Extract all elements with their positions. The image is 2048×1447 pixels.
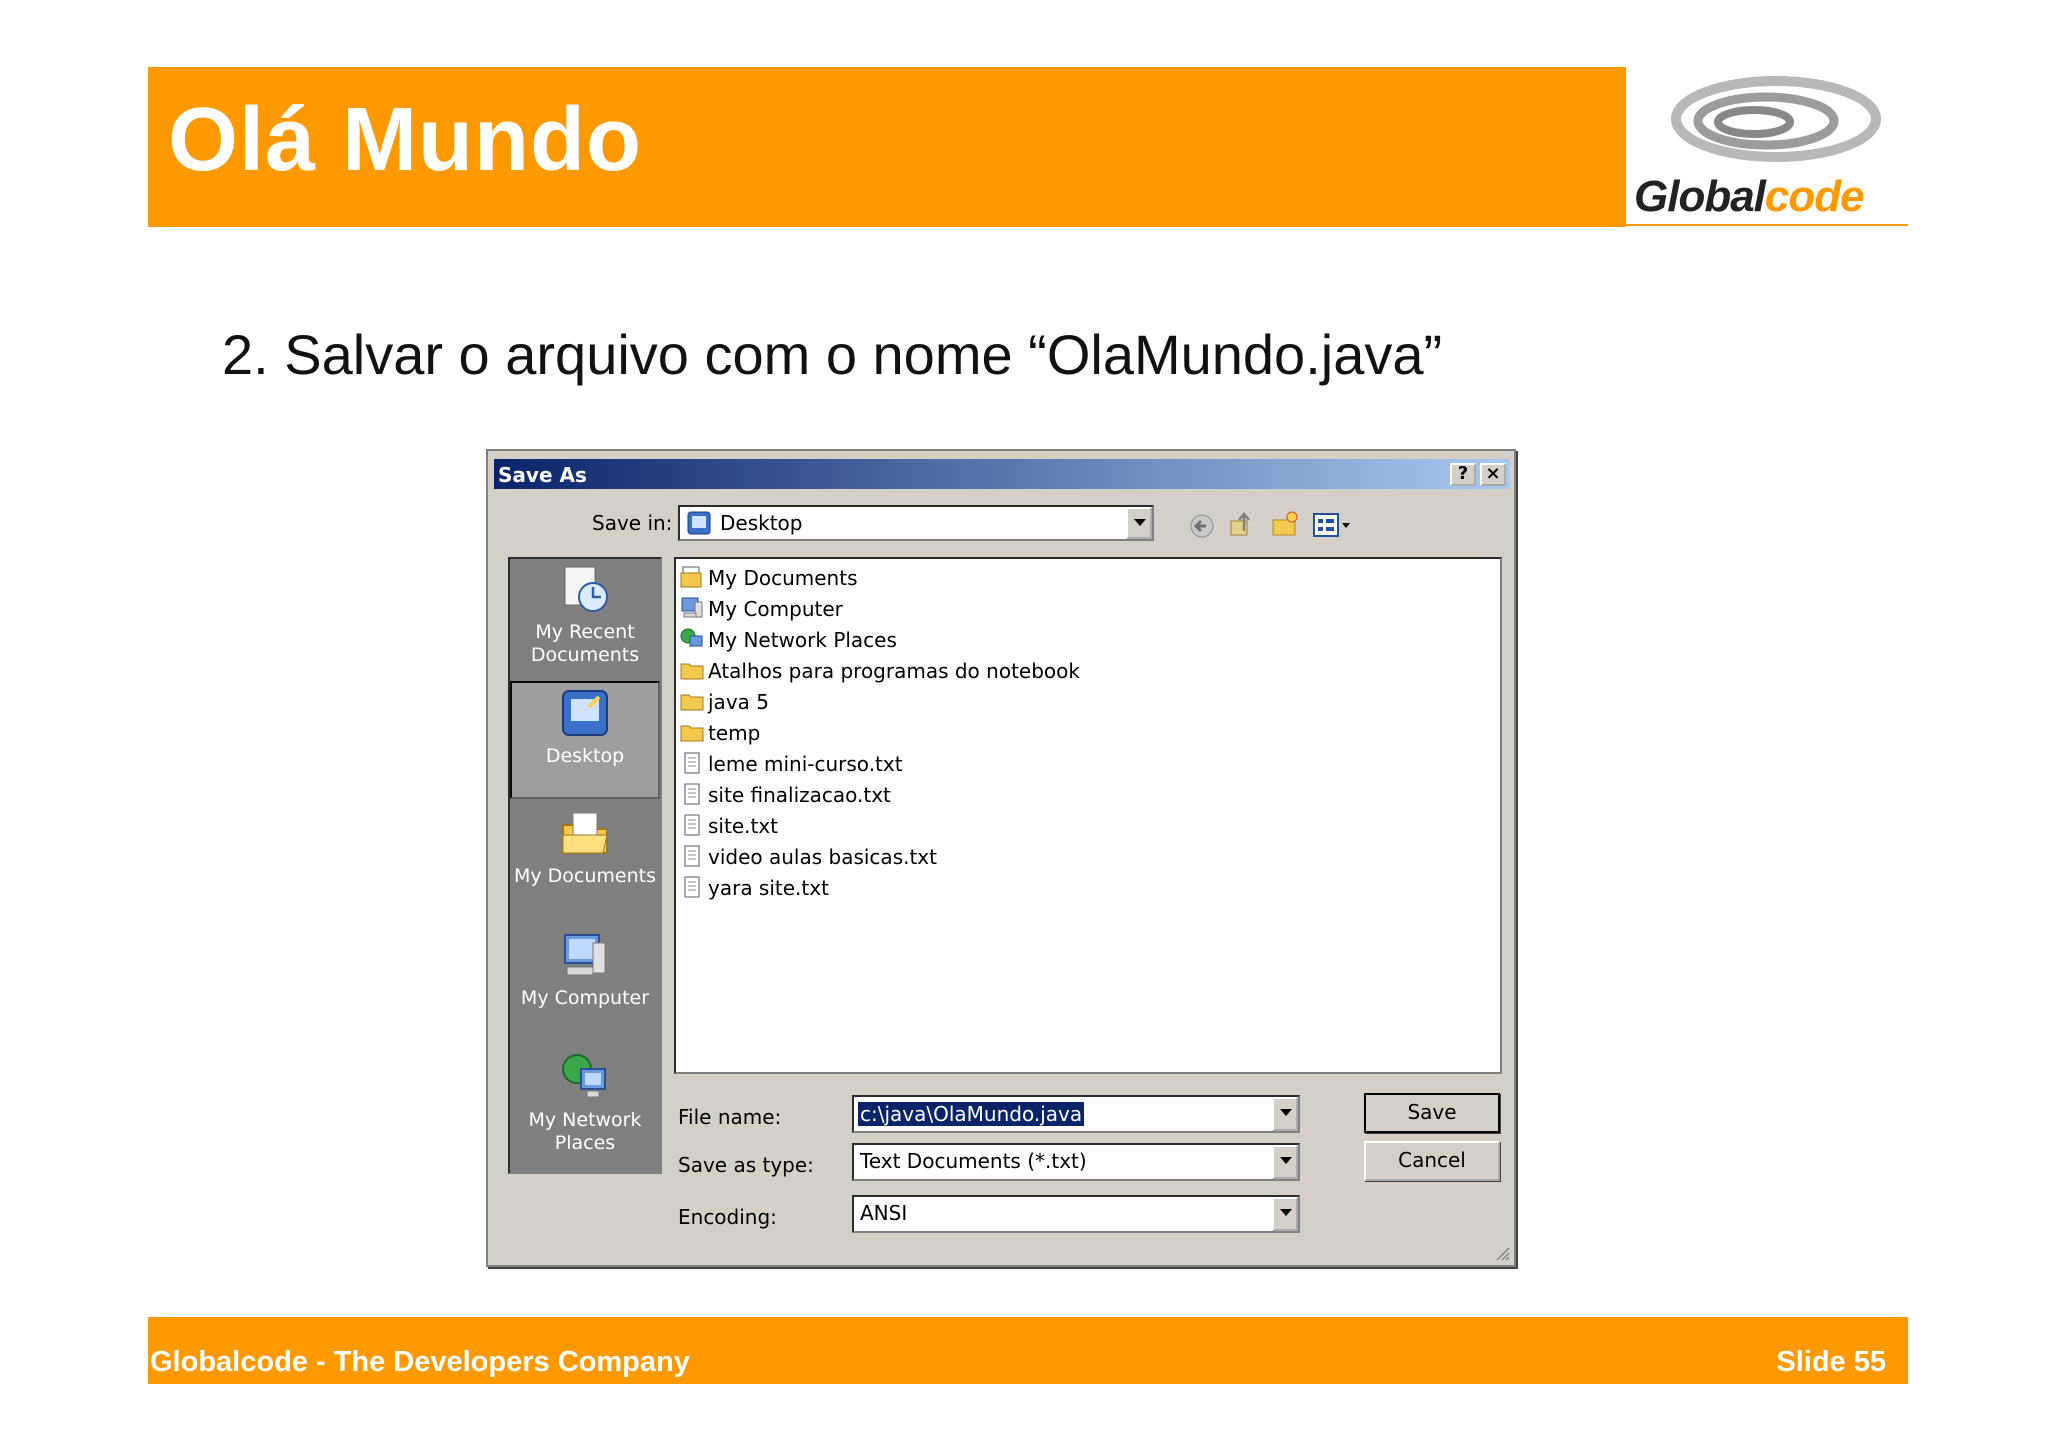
place-label-line2: Places <box>554 1132 616 1154</box>
slide-title: Olá Mundo <box>168 90 642 190</box>
text-file-icon <box>684 876 700 898</box>
slide-number: Slide 55 <box>1776 1346 1886 1378</box>
resize-grip-icon[interactable] <box>1492 1243 1510 1261</box>
encoding-value: ANSI <box>860 1201 908 1225</box>
dialog-title: Save As <box>498 463 587 487</box>
text-file-icon <box>684 783 700 805</box>
my-documents-icon <box>680 566 702 588</box>
place-label-line2: Documents <box>530 644 640 666</box>
save-as-type-dropdown-arrow[interactable] <box>1272 1145 1298 1179</box>
save-button[interactable]: Save <box>1364 1093 1500 1133</box>
dialog-titlebar[interactable]: Save As ? × <box>494 459 1510 489</box>
desktop-icon <box>562 690 608 736</box>
logo-wordmark: Globalcode <box>1634 172 1865 222</box>
file-name-value: c:\java\OlaMundo.java <box>858 1102 1085 1126</box>
save-as-dialog: Save As ? × Save in: Desktop My Recent D… <box>486 449 1516 1267</box>
help-button[interactable]: ? <box>1450 463 1476 486</box>
place-label-line1: My Computer <box>520 987 650 1009</box>
encoding-label: Encoding: <box>678 1205 777 1229</box>
file-name: Atalhos para programas do notebook <box>708 659 1080 683</box>
my-computer-icon <box>681 597 703 618</box>
desktop-icon <box>687 511 711 535</box>
globalcode-logo: Globalcode <box>1626 67 1908 227</box>
logo-word-global: Global <box>1634 172 1766 221</box>
footer-company: Globalcode - The Developers Company <box>150 1346 690 1378</box>
place-label-line1: My Network <box>528 1109 642 1131</box>
save-in-value: Desktop <box>720 511 803 535</box>
logo-underline <box>1626 224 1908 226</box>
save-as-type-dropdown[interactable]: Text Documents (*.txt) <box>852 1143 1300 1181</box>
file-list: My Documents My Computer My Network Plac… <box>674 557 1502 1074</box>
close-button[interactable]: × <box>1480 463 1506 486</box>
slide-footer: Globalcode - The Developers Company Slid… <box>148 1317 1908 1384</box>
back-icon[interactable] <box>1188 513 1216 539</box>
place-label-line1: My Documents <box>513 865 656 887</box>
encoding-dropdown-arrow[interactable] <box>1272 1197 1298 1231</box>
text-file-icon <box>684 814 700 836</box>
swirl-logo-icon <box>1671 76 1881 162</box>
file-name: My Network Places <box>708 628 897 652</box>
file-name: My Documents <box>708 566 858 590</box>
save-in-dropdown[interactable]: Desktop <box>678 505 1154 541</box>
file-name: yara site.txt <box>708 876 829 900</box>
place-label-line1: Desktop <box>545 745 625 767</box>
view-menu-icon[interactable] <box>1312 511 1354 539</box>
file-name: site finalizacao.txt <box>708 783 891 807</box>
save-in-dropdown-arrow[interactable] <box>1126 507 1152 539</box>
file-name: site.txt <box>708 814 778 838</box>
file-name-input[interactable]: c:\java\OlaMundo.java <box>852 1095 1300 1133</box>
network-places-icon <box>562 1054 606 1098</box>
place-my-recent-documents[interactable]: My Recent Documents <box>510 559 660 677</box>
cancel-button[interactable]: Cancel <box>1364 1141 1500 1181</box>
recent-documents-icon <box>564 566 608 612</box>
slide-title-bar: Olá Mundo <box>148 67 1626 227</box>
save-as-type-label: Save as type: <box>678 1153 814 1177</box>
place-desktop[interactable]: Desktop <box>510 681 660 799</box>
places-bar: My Recent Documents Desktop My Documents <box>508 557 662 1174</box>
encoding-dropdown[interactable]: ANSI <box>852 1195 1300 1233</box>
folder-icon <box>680 694 704 711</box>
text-file-icon <box>684 845 700 867</box>
network-places-icon <box>680 628 703 647</box>
file-name: My Computer <box>708 597 843 621</box>
logo-word-code: code <box>1764 172 1865 221</box>
my-documents-icon <box>562 812 608 854</box>
up-folder-icon[interactable] <box>1228 509 1256 539</box>
place-label-line1: My Recent <box>535 621 635 643</box>
folder-icon <box>680 725 704 742</box>
place-my-documents[interactable]: My Documents <box>510 803 660 921</box>
text-file-icon <box>684 752 700 774</box>
file-name-dropdown-arrow[interactable] <box>1272 1097 1298 1131</box>
new-folder-icon[interactable] <box>1270 509 1300 539</box>
slide-subtitle: 2. Salvar o arquivo com o nome “OlaMundo… <box>222 323 1443 386</box>
folder-icon <box>680 663 704 680</box>
place-my-computer[interactable]: My Computer <box>510 925 660 1043</box>
save-as-type-value: Text Documents (*.txt) <box>860 1149 1087 1173</box>
save-in-label: Save in: <box>592 511 673 535</box>
file-name: video aulas basicas.txt <box>708 845 937 869</box>
my-computer-icon <box>564 934 606 976</box>
file-name-label: File name: <box>678 1105 782 1129</box>
file-name: java 5 <box>708 690 769 714</box>
place-my-network-places[interactable]: My Network Places <box>510 1047 660 1165</box>
file-name: leme mini-curso.txt <box>708 752 903 776</box>
file-name: temp <box>708 721 761 745</box>
